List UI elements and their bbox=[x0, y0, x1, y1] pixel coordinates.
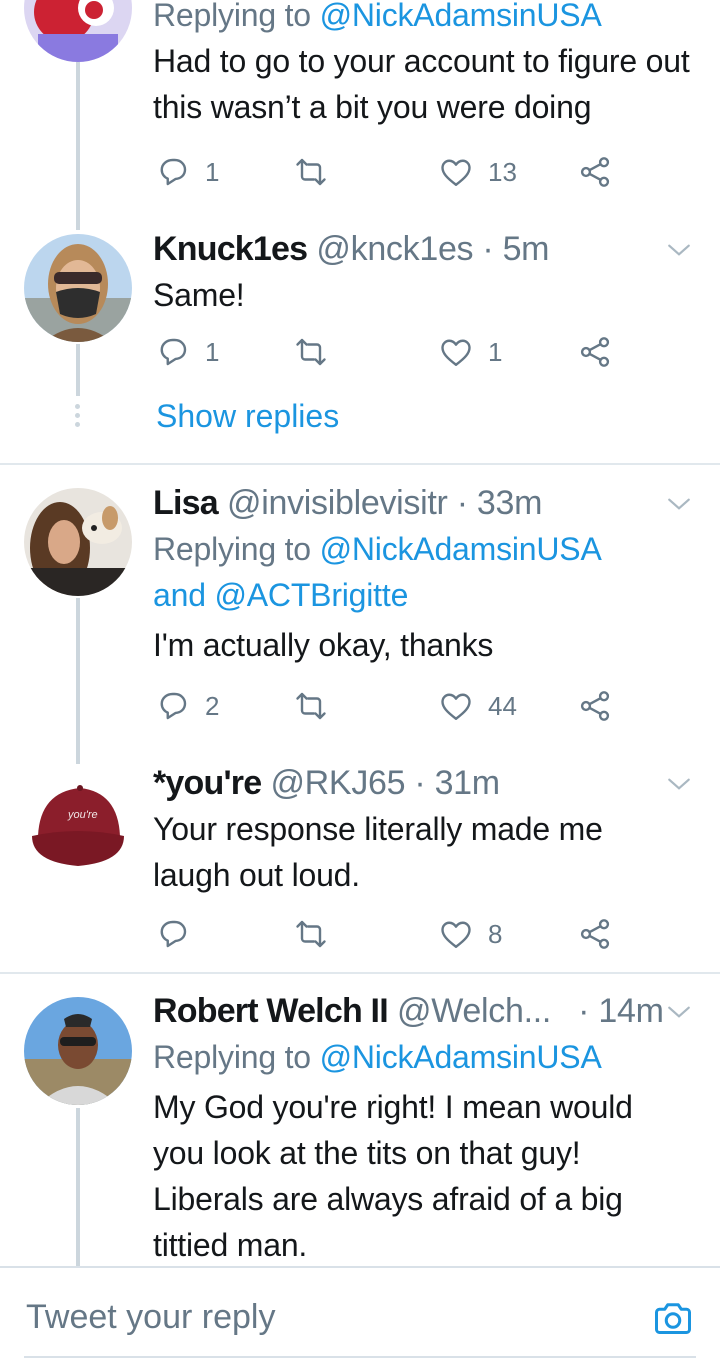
share-icon bbox=[580, 691, 610, 721]
like-button[interactable]: 44 bbox=[438, 686, 517, 726]
avatar[interactable] bbox=[24, 997, 132, 1105]
mention-link[interactable]: @NickAdamsinUSA bbox=[320, 531, 602, 567]
display-name[interactable]: Knuck1es bbox=[153, 230, 308, 268]
timestamp[interactable]: 14m bbox=[598, 992, 664, 1030]
chevron-down-icon[interactable] bbox=[666, 491, 692, 517]
retweet-icon bbox=[296, 158, 326, 186]
share-button[interactable] bbox=[577, 332, 613, 372]
reply-count: 1 bbox=[205, 156, 220, 187]
reply-input[interactable]: Tweet your reply bbox=[26, 1298, 275, 1337]
like-icon bbox=[441, 921, 471, 948]
avatar[interactable] bbox=[24, 488, 132, 596]
display-name[interactable]: *you're bbox=[153, 764, 262, 802]
reply-icon bbox=[160, 158, 187, 186]
mention-link[interactable]: @NickAdamsinUSA bbox=[320, 0, 602, 33]
handle[interactable]: @Welch... bbox=[397, 992, 551, 1030]
camera-icon[interactable] bbox=[652, 1300, 694, 1338]
share-icon bbox=[580, 337, 610, 367]
timestamp[interactable]: 5m bbox=[503, 230, 550, 268]
chevron-down-icon[interactable] bbox=[666, 771, 692, 797]
mention-link[interactable]: @ACTBrigitte bbox=[214, 577, 408, 613]
display-name[interactable]: Lisa bbox=[153, 484, 219, 522]
divider bbox=[0, 463, 720, 465]
thread-line bbox=[76, 62, 80, 230]
replying-to: Replying to @NickAdamsinUSA bbox=[153, 1039, 602, 1075]
like-button[interactable]: 13 bbox=[438, 152, 517, 192]
retweet-button[interactable] bbox=[293, 152, 343, 192]
share-icon bbox=[580, 919, 610, 949]
reply-button[interactable] bbox=[155, 914, 205, 954]
tweet-text: My God you're right! I mean would you lo… bbox=[153, 1089, 633, 1263]
reply-button[interactable]: 2 bbox=[155, 686, 219, 726]
like-count: 44 bbox=[488, 690, 517, 721]
reply-icon bbox=[160, 338, 187, 366]
tweet-header: Lisa @invisiblevisitr · 33m bbox=[153, 484, 543, 522]
reply-count: 2 bbox=[205, 690, 220, 721]
timestamp[interactable]: 33m bbox=[477, 484, 543, 522]
retweet-icon bbox=[296, 920, 326, 948]
show-replies-link[interactable]: Show replies bbox=[156, 398, 339, 435]
more-replies-indicator bbox=[74, 404, 82, 431]
tweet-text: Same! bbox=[153, 277, 245, 313]
tweet-header: *you're @RKJ65 · 31m bbox=[153, 764, 501, 802]
like-button[interactable]: 8 bbox=[438, 914, 502, 954]
retweet-icon bbox=[296, 338, 326, 366]
thread-line bbox=[76, 598, 80, 764]
replying-to: Replying to @NickAdamsinUSA bbox=[153, 0, 720, 38]
retweet-icon bbox=[296, 692, 326, 720]
thread-line bbox=[76, 1108, 80, 1266]
display-name[interactable]: Robert Welch II bbox=[153, 992, 389, 1030]
like-count: 8 bbox=[488, 918, 503, 949]
like-count: 1 bbox=[488, 336, 503, 367]
thread-line bbox=[76, 344, 80, 396]
reply-icon bbox=[160, 692, 187, 720]
handle[interactable]: @invisiblevisitr bbox=[227, 484, 448, 522]
avatar-logo-text: you're bbox=[67, 809, 98, 821]
retweet-button[interactable] bbox=[293, 332, 343, 372]
avatar[interactable] bbox=[24, 0, 132, 62]
like-count: 13 bbox=[488, 156, 517, 187]
reply-button[interactable]: 1 bbox=[155, 152, 219, 192]
share-button[interactable] bbox=[577, 914, 613, 954]
tweet-header: Robert Welch II @Welch... · 14m bbox=[153, 992, 664, 1030]
tweet-header: Knuck1es @knck1es · 5m bbox=[153, 230, 550, 268]
reply-button[interactable]: 1 bbox=[155, 332, 219, 372]
handle[interactable]: @knck1es bbox=[316, 230, 473, 268]
like-icon bbox=[441, 159, 471, 186]
chevron-down-icon[interactable] bbox=[666, 237, 692, 263]
share-icon bbox=[580, 157, 610, 187]
tweet-text: Your response literally made me laugh ou… bbox=[153, 811, 603, 893]
reply-count: 1 bbox=[205, 336, 220, 367]
share-button[interactable] bbox=[577, 686, 613, 726]
replying-to: Replying to @NickAdamsinUSA bbox=[153, 531, 602, 567]
retweet-button[interactable] bbox=[293, 686, 343, 726]
share-button[interactable] bbox=[577, 152, 613, 192]
reply-icon bbox=[160, 920, 187, 948]
replying-to-continued: and @ACTBrigitte bbox=[153, 577, 409, 613]
like-icon bbox=[441, 693, 471, 720]
avatar[interactable] bbox=[24, 234, 132, 342]
tweet-text: I'm actually okay, thanks bbox=[153, 627, 494, 663]
reply-composer: Tweet your reply bbox=[0, 1266, 720, 1358]
timestamp[interactable]: 31m bbox=[435, 764, 501, 802]
chevron-down-icon[interactable] bbox=[666, 999, 692, 1025]
mention-link[interactable]: @NickAdamsinUSA bbox=[320, 1039, 602, 1075]
tweet-text: Had to go to your account to figure out … bbox=[153, 43, 690, 125]
handle[interactable]: @RKJ65 bbox=[270, 764, 405, 802]
retweet-button[interactable] bbox=[293, 914, 343, 954]
like-button[interactable]: 1 bbox=[438, 332, 502, 372]
like-icon bbox=[441, 339, 471, 366]
avatar[interactable]: you're bbox=[24, 766, 132, 874]
divider bbox=[0, 972, 720, 974]
